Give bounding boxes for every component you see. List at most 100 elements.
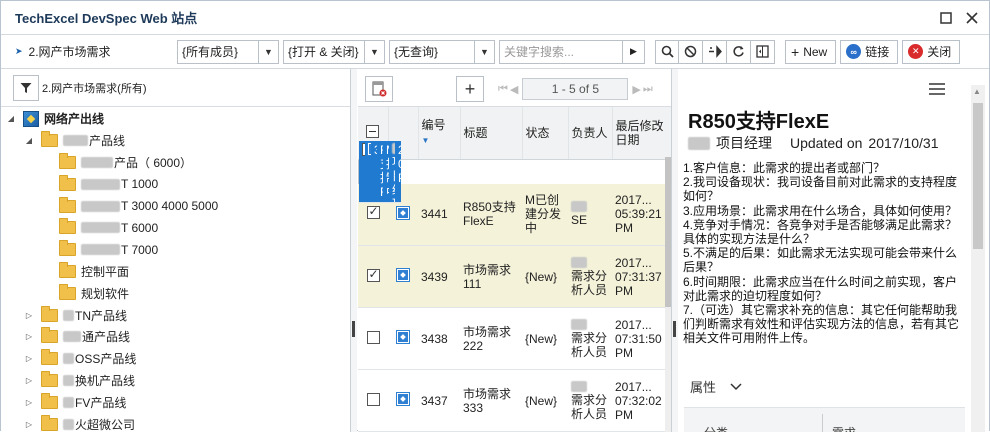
scroll-thumb[interactable] bbox=[973, 103, 983, 249]
tree-node[interactable]: 规划软件 bbox=[5, 282, 350, 304]
title-bar: TechExcel DevSpec Web 站点 bbox=[1, 1, 989, 35]
last-page-icon[interactable]: ⏭ bbox=[643, 83, 653, 96]
next-page-icon[interactable]: ▶ bbox=[632, 83, 640, 96]
splitter-grip[interactable] bbox=[352, 321, 355, 337]
tree-node-label: 产品（ 6000） bbox=[114, 155, 193, 170]
select-all-checkbox[interactable] bbox=[366, 124, 380, 138]
tree-node-label: 规划软件 bbox=[81, 286, 130, 301]
tree-node-label: 火超微公司 bbox=[75, 417, 136, 432]
detail-pane: R850支持FlexE 项目经理 Updated on 2017/10/31 1… bbox=[678, 69, 989, 432]
tree-node[interactable]: ▷ 火超微公司 bbox=[5, 413, 350, 432]
tree-node[interactable]: ◢ 产品线 bbox=[5, 130, 350, 152]
modified-date: 2017... bbox=[398, 143, 401, 157]
tree-node[interactable]: T 7000 bbox=[5, 239, 350, 261]
collapsed-toggle-icon[interactable]: ▷ bbox=[23, 398, 35, 407]
detail-scrollbar[interactable]: ▲ bbox=[971, 85, 985, 432]
hamburger-menu-icon[interactable] bbox=[929, 83, 945, 98]
tree-node[interactable]: 控制平面 bbox=[5, 261, 350, 283]
first-page-icon[interactable]: ⏮ bbox=[498, 83, 508, 96]
close-button[interactable]: ✕ 关闭 bbox=[902, 39, 961, 64]
query-filter-select[interactable]: {无查询} ▼ bbox=[389, 39, 495, 64]
row-checkbox-cell[interactable] bbox=[358, 369, 388, 432]
tree-node[interactable]: T 3000 4000 5000 bbox=[5, 195, 350, 217]
new-button[interactable]: + New bbox=[785, 39, 837, 64]
row-checkbox[interactable] bbox=[362, 142, 365, 156]
breadcrumb[interactable]: ➤ 2.网产市场需求 bbox=[1, 43, 173, 60]
column-header-owner[interactable]: 负责人 bbox=[568, 107, 613, 160]
status-filter-select[interactable]: {打开 & 关闭} ▼ bbox=[283, 39, 385, 64]
masked-text bbox=[63, 418, 74, 430]
collapsed-toggle-icon[interactable]: ▷ bbox=[23, 332, 35, 341]
column-header-modified[interactable]: 最后修改日期 bbox=[612, 107, 671, 160]
row-checkbox-cell[interactable] bbox=[358, 245, 388, 308]
requirement-icon bbox=[397, 269, 409, 281]
add-item-button[interactable]: + bbox=[456, 76, 484, 102]
folder-icon bbox=[59, 283, 76, 300]
column-header-title[interactable]: 标题 bbox=[460, 107, 523, 160]
link-button-label: 链接 bbox=[865, 45, 890, 59]
left-splitter[interactable] bbox=[351, 69, 357, 432]
collapsed-toggle-icon[interactable]: ▷ bbox=[23, 311, 35, 320]
prev-page-icon[interactable]: ◀ bbox=[510, 83, 518, 96]
modified-date: 2017... bbox=[615, 317, 652, 332]
row-checkbox[interactable] bbox=[366, 330, 380, 344]
owner-label: 需求分析人员 bbox=[571, 268, 608, 297]
expanded-toggle-icon[interactable]: ◢ bbox=[23, 136, 35, 145]
collapsed-toggle-icon[interactable]: ▷ bbox=[23, 354, 35, 363]
split-view-icon[interactable] bbox=[751, 39, 775, 64]
tree-node[interactable]: ◢ 网络产出线 bbox=[5, 108, 350, 130]
tree-node[interactable]: ▷ TN产品线 bbox=[5, 304, 350, 326]
list-scrollbar[interactable] bbox=[665, 157, 671, 432]
filter-icon[interactable] bbox=[13, 74, 39, 101]
table-row[interactable]: 3439市场需求111{New}需求分析人员2017...07:31:37 PM bbox=[358, 245, 671, 308]
collapsed-toggle-icon[interactable]: ▷ bbox=[23, 376, 35, 385]
cell-title: 市场需求333 bbox=[460, 369, 522, 432]
move-icon[interactable] bbox=[703, 39, 727, 64]
row-checkbox[interactable] bbox=[366, 204, 380, 220]
collapsed-toggle-icon[interactable]: ▷ bbox=[23, 420, 35, 429]
table-row[interactable]: 3438 市场需求222 {New} 需求分析人员 2017... 07:31:50 PM bbox=[358, 307, 671, 370]
close-icon[interactable] bbox=[963, 9, 981, 27]
column-header-status[interactable]: 状态 bbox=[522, 107, 569, 160]
table-row[interactable]: 3437 市场需求333 {New} 需求分析人员 2017... 07:32:02 PM bbox=[358, 369, 671, 432]
description-line: 7.（可选）其它需求补充的信息：其它任何能帮助我们判断需求有效性和评估实现方法的… bbox=[683, 303, 960, 346]
table-row[interactable]: 3441R850支持FlexEM已创建分发中SE 2017...05:39:21 … bbox=[358, 183, 671, 246]
masked-text bbox=[63, 309, 74, 321]
row-checkbox-cell[interactable] bbox=[358, 307, 388, 370]
scroll-up-icon[interactable]: ▲ bbox=[973, 87, 981, 96]
splitter-grip[interactable] bbox=[673, 321, 676, 337]
folder-icon bbox=[41, 349, 58, 366]
tree-node[interactable]: ▷ OSS产品线 bbox=[5, 348, 350, 370]
tree-node[interactable]: ▷ 换机产品线 bbox=[5, 370, 350, 392]
tree-node[interactable]: T 1000 bbox=[5, 173, 350, 195]
tree-node[interactable]: 产品（ 6000） bbox=[5, 152, 350, 174]
cell-title: 市场需求222 bbox=[460, 307, 522, 370]
masked-name bbox=[571, 318, 587, 330]
search-go-icon[interactable]: ▶ bbox=[622, 40, 644, 63]
search-input[interactable]: 关键字搜索... bbox=[500, 43, 622, 60]
table-row[interactable]: 3442R850支持FlexEM拟制中项目经理2017...05:38:26 P… bbox=[358, 140, 401, 203]
cell-status: {New} bbox=[522, 307, 568, 370]
items-table: 编号 ▼ 标题 状态 负责人 最后修改日期 3442R850支持FlexEM拟制… bbox=[358, 107, 671, 432]
column-header-id[interactable]: 编号 ▼ bbox=[418, 107, 461, 160]
description-line: 6.时间期限：此需求应当在什么时间之前实现，客户对此需求的迫切程度如何？ bbox=[683, 274, 958, 303]
tree-node[interactable]: T 6000 bbox=[5, 217, 350, 239]
report-icon[interactable] bbox=[365, 76, 393, 102]
modified-time: 05:39:21 PM bbox=[615, 207, 662, 236]
cell-owner: 需求分析人员 bbox=[568, 307, 612, 370]
expanded-toggle-icon[interactable]: ◢ bbox=[5, 114, 17, 123]
keyword-search[interactable]: 关键字搜索... ▶ bbox=[499, 39, 645, 64]
maximize-icon[interactable] bbox=[937, 9, 955, 27]
refresh-icon[interactable] bbox=[727, 39, 751, 64]
tree-node[interactable]: ▷ 通产品线 bbox=[5, 326, 350, 348]
detail-title: R850支持FlexE bbox=[688, 111, 830, 133]
link-button[interactable]: ∞ 链接 bbox=[840, 39, 899, 64]
member-filter-select[interactable]: {所有成员} ▼ bbox=[177, 39, 279, 64]
row-checkbox[interactable] bbox=[366, 267, 380, 282]
search-icon[interactable] bbox=[655, 39, 679, 64]
clear-filter-icon[interactable] bbox=[679, 39, 703, 64]
tree-node[interactable]: ▷ FV产品线 bbox=[5, 391, 350, 413]
row-checkbox[interactable] bbox=[366, 392, 380, 406]
description-line: 5.不满足的后果：如此需求无法实现可能会带来什么后果？ bbox=[683, 246, 958, 275]
properties-section-toggle[interactable]: 属性 bbox=[690, 377, 742, 396]
